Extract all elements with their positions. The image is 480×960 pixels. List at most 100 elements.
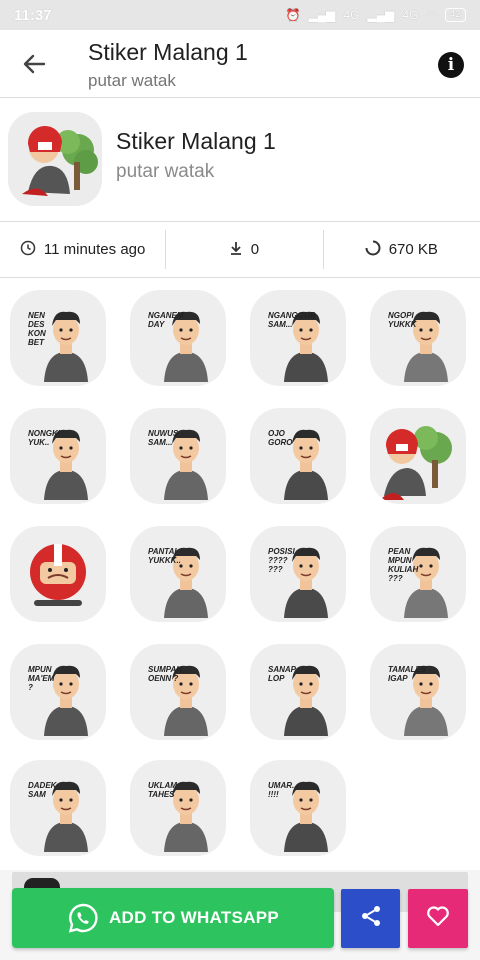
sticker-9[interactable] (10, 526, 106, 622)
arrow-left-icon[interactable] (18, 48, 50, 80)
toolbar: Stiker Malang 1 putar watak i (0, 30, 480, 98)
sticker-caption-line: GORO (268, 438, 293, 447)
sticker-caption-line: NGANGGUR (268, 311, 316, 320)
sticker-illustration: NUWUSSAM... (148, 429, 208, 500)
sticker-illustration: MPUNMA'EM? (28, 665, 88, 736)
sticker-19[interactable]: UMAR...!!!! (250, 760, 346, 856)
wifi-icon: ◠ (426, 8, 437, 22)
sticker-18[interactable]: UKLAM TAHES (130, 760, 226, 856)
sticker-caption-line: MA'EM (28, 674, 55, 683)
sticker-illustration: NGANEMDAY (148, 311, 208, 382)
size-info: 670 KB (322, 222, 480, 277)
sticker-caption-line: YUK.. (28, 438, 49, 447)
sticker-illustration: SANAPLOP (268, 665, 328, 736)
alarm-icon: ⏰ (285, 8, 301, 22)
sticker-caption-line: ? (28, 683, 33, 692)
network-label: 4G (343, 8, 360, 22)
share-button[interactable] (341, 889, 400, 948)
sticker-17[interactable]: DADEK SAM (10, 760, 106, 856)
updated-info: 11 minutes ago (0, 222, 165, 277)
sticker-illustration: UKLAMTAHES (148, 781, 208, 852)
sticker-7[interactable]: OJO GORO (250, 408, 346, 504)
sticker-caption-line: SAM... (268, 320, 292, 329)
sticker-illustration: PANTAIYUKKK.. (148, 547, 208, 618)
sticker-illustration: UMAR...!!!! (268, 781, 328, 852)
sticker-1[interactable]: NEN DES KON BET (10, 290, 106, 386)
status-bar: 11:37 ⏰ ▂▄▆ 4G ▂▄▆ 4G ◠ 42 (0, 0, 480, 30)
sticker-caption-line: MPUN (388, 556, 412, 565)
sticker-illustration: NGOPIYUKKK (388, 311, 448, 382)
sticker-caption-line: KULIAH (388, 565, 418, 574)
sticker-caption-line: UMAR... (268, 781, 299, 790)
status-time: 11:37 (14, 6, 52, 24)
sticker-caption: SANAPLOP (268, 665, 297, 683)
sticker-caption-line: IGAP (388, 674, 408, 683)
size-label: 670 KB (388, 241, 438, 258)
pack-name: Stiker Malang 1 (116, 128, 276, 154)
info-icon[interactable]: i (438, 52, 464, 78)
downloads-count: 0 (250, 241, 260, 258)
updated-label: 11 minutes ago (43, 241, 146, 258)
sticker-16[interactable]: TAMALES IGAP (370, 644, 466, 740)
sticker-caption: POSISI??????? (268, 547, 295, 574)
sticker-caption-line: NGANEM (148, 311, 184, 320)
sticker-caption-line: TAMALES (388, 665, 427, 674)
sticker-illustration: NENDESKONBET (28, 311, 88, 382)
sticker-caption-line: DADEK (28, 781, 58, 790)
sticker-caption-line: DAY (148, 320, 165, 329)
sticker-4[interactable]: NGOPI YUKKK (370, 290, 466, 386)
sticker-caption: PEANMPUNKULIAH??? (388, 547, 418, 583)
signal-icon-2: ▂▄▆ (367, 8, 395, 22)
sticker-11[interactable]: POSISI??????? (250, 526, 346, 622)
sticker-2[interactable]: NGANEM DAY (130, 290, 226, 386)
add-to-whatsapp-label: ADD TO WHATSAPP (108, 908, 280, 927)
sticker-caption-line: ???? (268, 556, 288, 565)
sticker-illustration (380, 426, 452, 500)
sticker-caption-line: OENN ? (148, 674, 178, 683)
sticker-illustration: DADEKSAM (28, 781, 88, 852)
sticker-illustration: TAMALESIGAP (388, 665, 448, 736)
sticker-10[interactable]: PANTAI YUKKK.. (130, 526, 226, 622)
sticker-12[interactable]: PEAN MPUN KULIAH??? (370, 526, 466, 622)
sticker-caption-line: KON (28, 329, 46, 338)
sticker-caption-line: SAM (28, 790, 46, 799)
pack-tray-image (8, 112, 102, 206)
sticker-caption-line: PANTAI (148, 547, 177, 556)
battery-icon: 42 (444, 8, 466, 22)
pack-header: Stiker Malang 1 putar watak (0, 98, 480, 222)
share-icon (359, 904, 383, 933)
sticker-caption-line: YUKKK (388, 320, 418, 329)
sticker-illustration: POSISI??????? (268, 547, 328, 618)
network-label-2: 4G (402, 8, 419, 22)
sticker-illustration: NONGKIYUK.. (28, 429, 88, 500)
sticker-caption-line: YUKKK.. (148, 556, 181, 565)
sticker-14[interactable]: SUMPAH OENN ? (130, 644, 226, 740)
sticker-5[interactable]: NONGKI YUK.. (10, 408, 106, 504)
sticker-caption: NGOPIYUKKK (388, 311, 418, 329)
sticker-caption: DADEKSAM (28, 781, 58, 799)
sticker-6[interactable]: NUWUS SAM... (130, 408, 226, 504)
sticker-caption-line: NGOPI (388, 311, 415, 320)
favorite-button[interactable] (408, 889, 468, 948)
pack-author: putar watak (116, 161, 215, 182)
sticker-caption-line: NONGKI (28, 429, 61, 438)
sticker-13[interactable]: MPUN MA'EM? (10, 644, 106, 740)
loading-icon (365, 240, 381, 260)
sticker-caption-line: TAHES (148, 790, 175, 799)
sticker-illustration: SUMPAHOENN ? (148, 665, 208, 736)
page-subtitle: putar watak (88, 71, 176, 90)
sticker-caption-line: SANAP (268, 665, 297, 674)
sticker-caption-line: BET (28, 338, 45, 347)
sticker-caption-line: SAM... (148, 438, 172, 447)
sticker-caption-line: ??? (388, 574, 403, 583)
sticker-8[interactable] (370, 408, 466, 504)
sticker-caption: OJOGORO (268, 429, 293, 447)
sticker-caption: NENDESKONBET (28, 311, 46, 347)
status-icons: ⏰ ▂▄▆ 4G ▂▄▆ 4G ◠ 42 (285, 8, 466, 22)
download-icon (229, 241, 243, 259)
add-to-whatsapp-button[interactable]: ADD TO WHATSAPP (12, 888, 334, 948)
sticker-caption-line: MPUN (28, 665, 52, 674)
sticker-15[interactable]: SANAP LOP (250, 644, 346, 740)
sticker-3[interactable]: NGANGGUR SAM... (250, 290, 346, 386)
sticker-illustration: NGANGGURSAM... (268, 311, 328, 382)
